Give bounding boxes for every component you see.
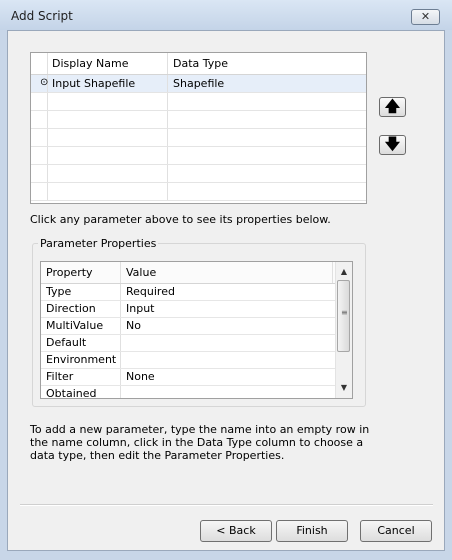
- close-icon: ✕: [420, 10, 431, 23]
- column-header-display-name[interactable]: Display Name: [48, 53, 168, 74]
- table-row[interactable]: [31, 129, 366, 147]
- property-name-cell: Type: [41, 284, 121, 300]
- parameter-grid[interactable]: Display Name Data Type ⊙ Input Shapefile…: [30, 52, 367, 204]
- table-row[interactable]: ⊙ Input Shapefile Shapefile: [31, 75, 366, 93]
- add-script-dialog: Add Script ✕ Display Name Data Type ⊙ In…: [0, 0, 452, 560]
- table-row[interactable]: Default: [41, 335, 352, 352]
- display-name-cell[interactable]: Input Shapefile: [48, 75, 168, 92]
- data-type-cell[interactable]: [169, 93, 366, 110]
- property-name-cell: Environment: [41, 352, 121, 368]
- parameter-properties-group: Parameter Properties Property Value Type…: [32, 237, 366, 407]
- property-value-cell[interactable]: [122, 335, 333, 351]
- property-value-cell[interactable]: [122, 386, 333, 398]
- dialog-body: Display Name Data Type ⊙ Input Shapefile…: [7, 30, 445, 551]
- property-name-cell: Direction: [41, 301, 121, 317]
- property-value-cell[interactable]: [122, 352, 333, 368]
- data-type-cell[interactable]: [169, 147, 366, 164]
- display-name-cell[interactable]: [48, 93, 168, 110]
- property-name-cell: MultiValue: [41, 318, 121, 334]
- column-header-data-type[interactable]: Data Type: [169, 53, 366, 74]
- group-label: Parameter Properties: [38, 237, 159, 250]
- scroll-up-icon[interactable]: ▲: [336, 264, 352, 280]
- properties-grid[interactable]: Property Value Type Required Direction I…: [40, 261, 353, 399]
- property-name-cell: Filter: [41, 369, 121, 385]
- parameter-grid-header: Display Name Data Type: [31, 53, 366, 75]
- property-value-cell[interactable]: None: [122, 369, 333, 385]
- move-down-button[interactable]: 🡇: [379, 135, 406, 155]
- property-value-cell[interactable]: No: [122, 318, 333, 334]
- display-name-cell[interactable]: [48, 165, 168, 182]
- data-type-cell[interactable]: [169, 129, 366, 146]
- finish-button[interactable]: Finish: [276, 520, 348, 542]
- property-value-cell[interactable]: Input: [122, 301, 333, 317]
- divider: [20, 504, 433, 506]
- table-row[interactable]: Filter None: [41, 369, 352, 386]
- property-name-cell: Default: [41, 335, 121, 351]
- property-name-cell: Obtained from: [41, 386, 121, 398]
- arrow-down-icon: 🡇: [384, 135, 401, 153]
- title-bar: Add Script ✕: [0, 0, 452, 30]
- table-row[interactable]: Environment: [41, 352, 352, 369]
- display-name-cell[interactable]: [48, 147, 168, 164]
- data-type-cell[interactable]: [169, 183, 366, 200]
- column-header-property[interactable]: Property: [41, 262, 121, 283]
- display-name-cell[interactable]: [48, 111, 168, 128]
- window-title: Add Script: [11, 9, 73, 23]
- instructions-text: To add a new parameter, type the name in…: [30, 423, 370, 462]
- display-name-cell[interactable]: [48, 129, 168, 146]
- table-row[interactable]: [31, 93, 366, 111]
- table-row[interactable]: [31, 183, 366, 201]
- table-row[interactable]: [31, 165, 366, 183]
- display-name-cell[interactable]: [48, 183, 168, 200]
- table-row[interactable]: Obtained from: [41, 386, 352, 398]
- properties-grid-header: Property Value: [41, 262, 352, 284]
- table-row[interactable]: MultiValue No: [41, 318, 352, 335]
- scroll-thumb[interactable]: ≡: [337, 280, 350, 352]
- parameter-hint-text: Click any parameter above to see its pro…: [30, 213, 331, 226]
- table-row[interactable]: [31, 147, 366, 165]
- data-type-cell[interactable]: [169, 165, 366, 182]
- grip-icon: ≡: [341, 308, 348, 317]
- arrow-up-icon: 🡅: [384, 97, 401, 115]
- table-row[interactable]: Type Required: [41, 284, 352, 301]
- properties-scrollbar[interactable]: ▲ ≡ ▼: [335, 262, 352, 398]
- data-type-cell[interactable]: Shapefile: [169, 75, 366, 92]
- property-value-cell[interactable]: Required: [122, 284, 333, 300]
- table-row[interactable]: Direction Input: [41, 301, 352, 318]
- cancel-button[interactable]: Cancel: [360, 520, 432, 542]
- back-button[interactable]: < Back: [200, 520, 272, 542]
- column-header-value[interactable]: Value: [122, 262, 333, 283]
- close-button[interactable]: ✕: [411, 9, 440, 25]
- scroll-down-icon[interactable]: ▼: [336, 380, 352, 396]
- move-up-button[interactable]: 🡅: [379, 97, 406, 117]
- data-type-cell[interactable]: [169, 111, 366, 128]
- table-row[interactable]: [31, 111, 366, 129]
